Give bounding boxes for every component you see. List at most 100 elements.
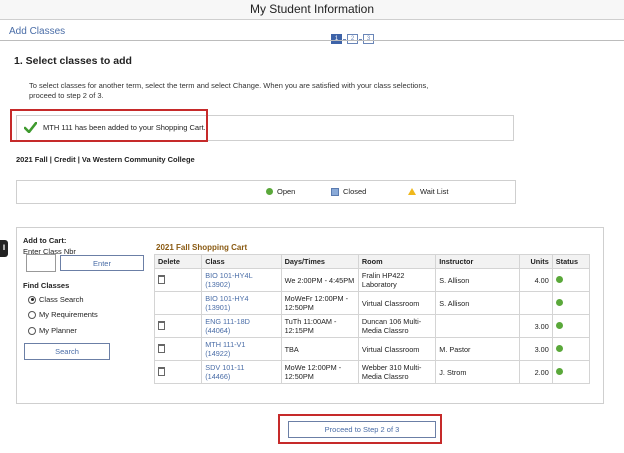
side-panel-toggle[interactable]: ‖ (0, 240, 8, 257)
find-classes-label: Find Classes (23, 281, 70, 290)
open-status-icon (266, 188, 273, 195)
term-label: 2021 Fall | Credit | Va Western Communit… (16, 155, 195, 164)
class-link[interactable]: BIO 101-HY4L (205, 271, 252, 280)
shopping-cart-table: Delete Class Days/Times Room Instructor … (153, 254, 591, 384)
col-room: Room (357, 254, 437, 269)
class-cell[interactable]: BIO 101-HY4L (13902) (201, 268, 282, 292)
add-to-cart-title: Add to Cart: (23, 236, 67, 245)
legend-closed-label: Closed (343, 187, 367, 196)
instructions-text: To select classes for another term, sele… (29, 81, 429, 100)
radio-button[interactable] (28, 310, 36, 319)
divider (0, 40, 624, 41)
closed-status-icon (331, 187, 339, 196)
radio-my-planner[interactable]: My Planner (28, 326, 77, 335)
room-cell: Fralin HP422 Laboratory (357, 268, 437, 292)
days-times-cell: We 2:00PM - 4:45PM (280, 268, 359, 292)
units-cell: 2.00 (518, 360, 553, 384)
table-row: MTH 111-V1 (14922) TBA Virtual Classroom M. … (153, 337, 591, 361)
page-title: Add Classes (9, 26, 66, 37)
col-instructor: Instructor (435, 254, 520, 269)
class-nbr[interactable]: (14922) (205, 349, 230, 358)
room-cell: Virtual Classroom (357, 337, 437, 361)
radio-class-search[interactable]: Class Search (28, 295, 84, 304)
proceed-button[interactable]: Proceed to Step 2 of 3 (288, 421, 436, 438)
radio-label: Class Search (39, 295, 84, 304)
instructor-cell: M. Pastor (435, 337, 520, 361)
confirmation-message: MTH 111 has been added to your Shopping … (43, 123, 206, 132)
legend-open-label: Open (277, 187, 296, 196)
days-times-cell: TBA (280, 337, 359, 361)
open-status-icon (555, 298, 563, 306)
table-row: ENG 111-18D (44064) TuTh 11:00AM - 12:15PM… (153, 314, 591, 338)
col-status: Status (551, 254, 591, 269)
status-cell (551, 360, 591, 384)
step-1: 1 (331, 34, 342, 44)
units-cell: 3.00 (518, 337, 553, 361)
radio-label: My Requirements (39, 310, 98, 319)
step-2: 2 (347, 34, 358, 44)
delete-cell (153, 337, 203, 361)
class-nbr[interactable]: (13901) (205, 303, 230, 312)
app-header: My Student Information (0, 0, 624, 20)
delete-cell (153, 291, 203, 315)
units-cell: 4.00 (518, 268, 553, 292)
legend-waitlist: Wait List (408, 187, 448, 196)
class-nbr[interactable]: (14466) (205, 372, 230, 381)
status-cell (551, 291, 591, 315)
col-class: Class (201, 254, 282, 269)
class-cell[interactable]: MTH 111-V1 (14922) (201, 337, 282, 361)
app-title: My Student Information (249, 2, 375, 16)
instructor-cell (435, 314, 520, 338)
delete-cell (153, 314, 203, 338)
section-heading: 1. Select classes to add (14, 55, 132, 67)
class-cell[interactable]: ENG 111-18D (44064) (201, 314, 282, 338)
class-link[interactable]: MTH 111-V1 (205, 340, 245, 349)
col-units: Units (518, 254, 553, 269)
enter-button[interactable]: Enter (60, 255, 144, 271)
delete-cell (153, 360, 203, 384)
room-cell: Webber 310 Multi-Media Classro (357, 360, 437, 384)
units-cell (518, 291, 553, 315)
class-link[interactable]: SDV 101-11 (205, 363, 244, 372)
table-header-row: Delete Class Days/Times Room Instructor … (153, 254, 591, 269)
class-link[interactable]: BIO 101-HY4 (205, 294, 248, 303)
search-button[interactable]: Search (24, 343, 110, 360)
open-status-icon (555, 344, 563, 352)
status-cell (551, 337, 591, 361)
days-times-cell: MoWe 12:00PM - 12:50PM (280, 360, 359, 384)
instructor-cell: S. Allison (435, 291, 520, 315)
legend-waitlist-label: Wait List (420, 187, 449, 196)
trash-icon[interactable] (158, 320, 165, 330)
trash-icon[interactable] (158, 274, 165, 284)
class-cell[interactable]: SDV 101-11 (14466) (201, 360, 282, 384)
trash-icon[interactable] (158, 343, 165, 353)
class-cell[interactable]: BIO 101-HY4 (13901) (201, 291, 282, 315)
table-row: SDV 101-11 (14466) MoWe 12:00PM - 12:50PM W… (153, 360, 591, 384)
waitlist-status-icon (408, 188, 416, 195)
units-cell: 3.00 (518, 314, 553, 338)
step-indicator: 1 2 3 (331, 34, 374, 44)
legend-open: Open (266, 187, 295, 196)
trash-icon[interactable] (158, 366, 165, 376)
room-cell: Virtual Classroom (357, 291, 437, 315)
delete-cell (153, 268, 203, 292)
room-cell: Duncan 106 Multi-Media Classro (357, 314, 437, 338)
table-row: BIO 101-HY4L (13902) We 2:00PM - 4:45PM Fra… (153, 268, 591, 292)
class-link[interactable]: ENG 111-18D (205, 317, 250, 326)
radio-button[interactable] (28, 295, 36, 304)
checkmark-icon (23, 120, 38, 138)
class-nbr-input[interactable] (26, 254, 56, 272)
days-times-cell: TuTh 11:00AM - 12:15PM (280, 314, 359, 338)
class-nbr[interactable]: (44064) (205, 326, 230, 335)
legend-closed: Closed (331, 187, 366, 196)
col-delete: Delete (153, 254, 203, 269)
radio-button[interactable] (28, 326, 36, 335)
status-cell (551, 314, 591, 338)
col-days-times: Days/Times (280, 254, 359, 269)
step-3: 3 (363, 34, 374, 44)
shopping-cart-title: 2021 Fall Shopping Cart (156, 243, 248, 252)
open-status-icon (555, 275, 563, 283)
table-row: BIO 101-HY4 (13901) MoWeFr 12:00PM - 12:50… (153, 291, 591, 315)
radio-my-requirements[interactable]: My Requirements (28, 310, 98, 319)
class-nbr[interactable]: (13902) (205, 280, 230, 289)
